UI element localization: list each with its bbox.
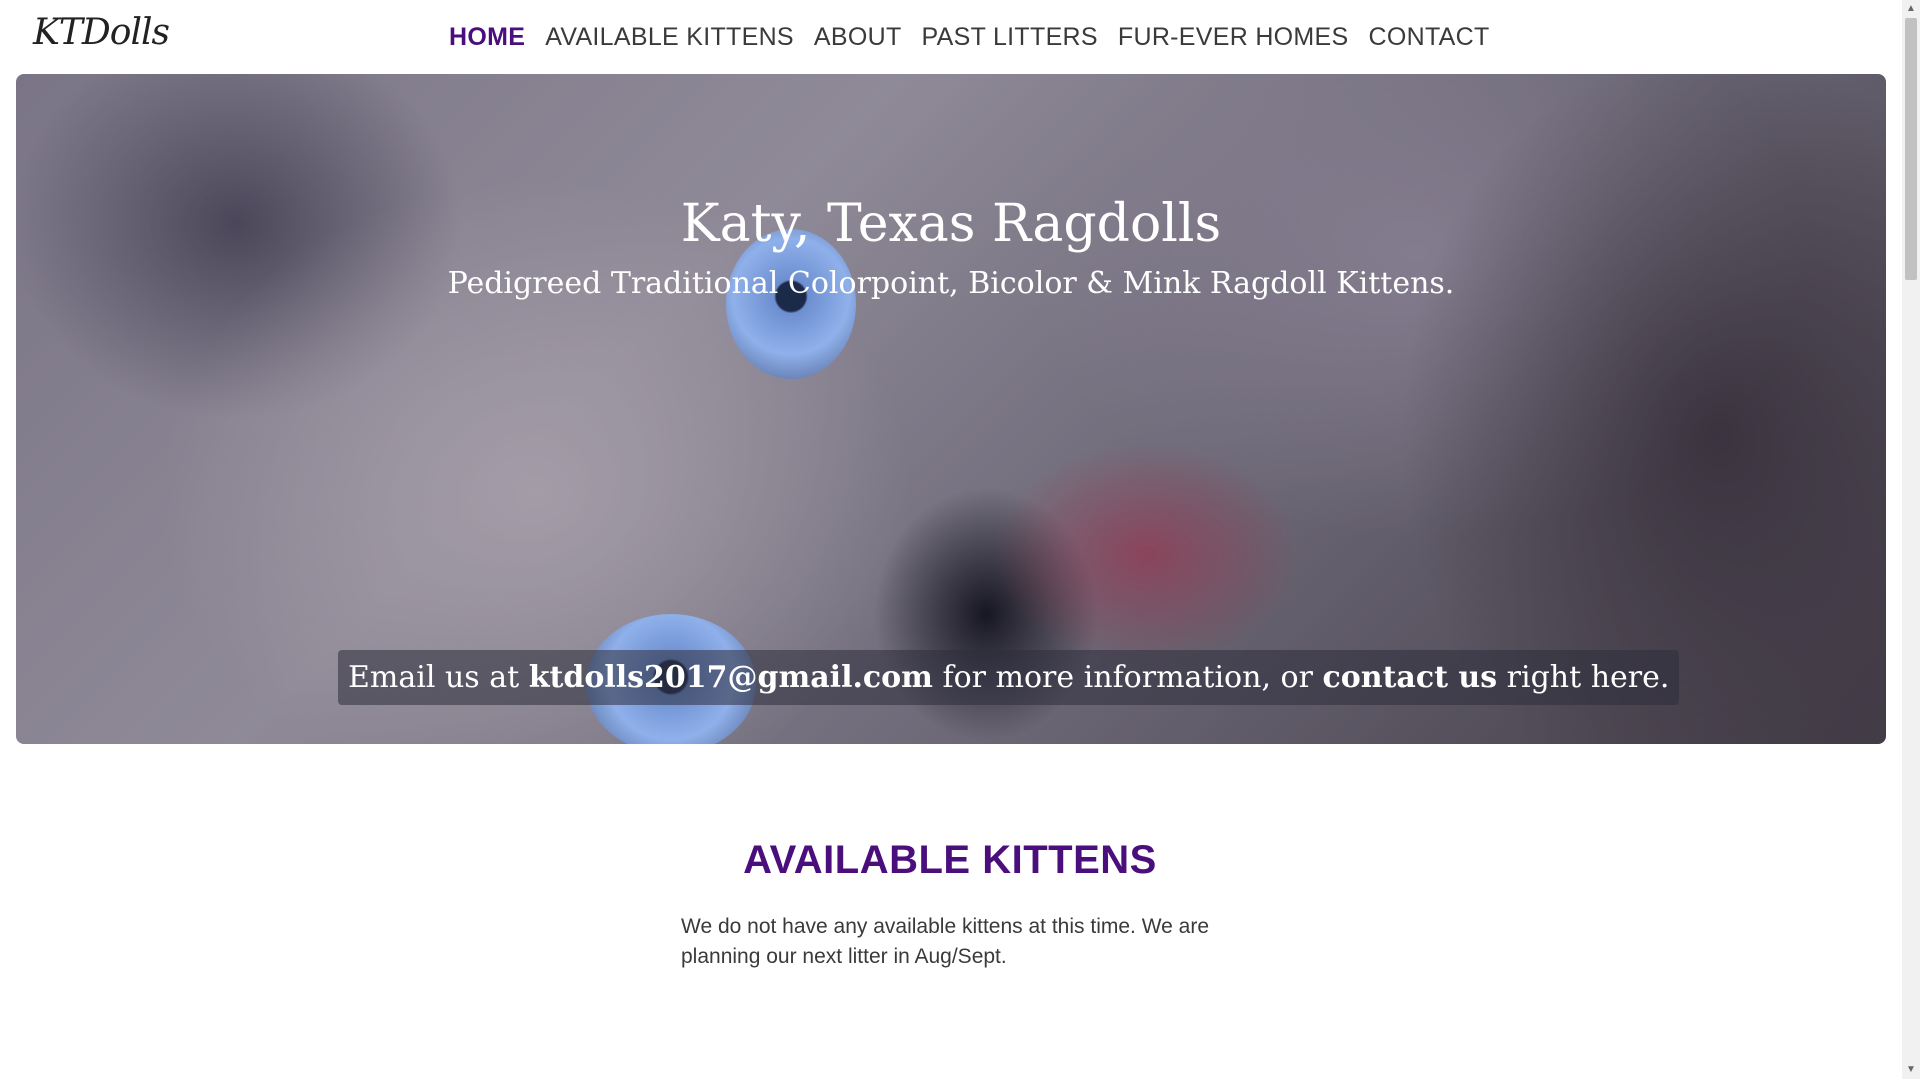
nav-item-contact: CONTACT <box>1369 20 1490 54</box>
email-address: ktdolls2017@gmail.com <box>528 660 933 695</box>
nav-link-about[interactable]: ABOUT <box>814 20 902 54</box>
nav-link-fur-ever-homes[interactable]: FUR-EVER HOMES <box>1118 20 1349 54</box>
nav-item-home: HOME <box>449 20 525 54</box>
site-header: KTDolls HOME AVAILABLE KITTENS ABOUT PAS… <box>0 0 1900 74</box>
nav-link-past-litters[interactable]: PAST LITTERS <box>922 20 1098 54</box>
nav-item-fur-ever-homes: FUR-EVER HOMES <box>1118 20 1349 54</box>
scroll-down-icon[interactable]: ▼ <box>1902 1061 1920 1079</box>
nav-item-about: ABOUT <box>814 20 902 54</box>
email-middle-text: for more information, or <box>932 660 1323 695</box>
page-scrollbar[interactable]: ▲ ▼ <box>1902 0 1920 1079</box>
hero-banner: Katy, Texas Ragdolls Pedigreed Tradition… <box>16 74 1886 744</box>
available-kittens-heading: AVAILABLE KITTENS <box>743 838 1157 882</box>
email-prefix-text: Email us at <box>348 660 529 695</box>
hero-title: Katy, Texas Ragdolls <box>680 194 1222 254</box>
contact-us-link[interactable]: contact us <box>1322 660 1497 695</box>
scroll-up-icon[interactable]: ▲ <box>1902 0 1920 18</box>
email-suffix-text: right here. <box>1497 660 1670 695</box>
main-nav: HOME AVAILABLE KITTENS ABOUT PAST LITTER… <box>449 20 1490 54</box>
available-kittens-text: We do not have any available kittens at … <box>681 915 1210 968</box>
nav-item-available-kittens: AVAILABLE KITTENS <box>545 20 794 54</box>
nav-link-contact[interactable]: CONTACT <box>1369 20 1490 54</box>
site-logo[interactable]: KTDolls <box>33 12 170 53</box>
nav-link-home[interactable]: HOME <box>449 20 525 54</box>
hero-subtitle: Pedigreed Traditional Colorpoint, Bicolo… <box>447 266 1455 301</box>
hero-contact-banner: Email us at ktdolls2017@gmail.com for mo… <box>338 650 1680 705</box>
scrollbar-thumb[interactable] <box>1905 18 1917 280</box>
nav-link-available-kittens[interactable]: AVAILABLE KITTENS <box>545 20 794 54</box>
nav-item-past-litters: PAST LITTERS <box>922 20 1098 54</box>
